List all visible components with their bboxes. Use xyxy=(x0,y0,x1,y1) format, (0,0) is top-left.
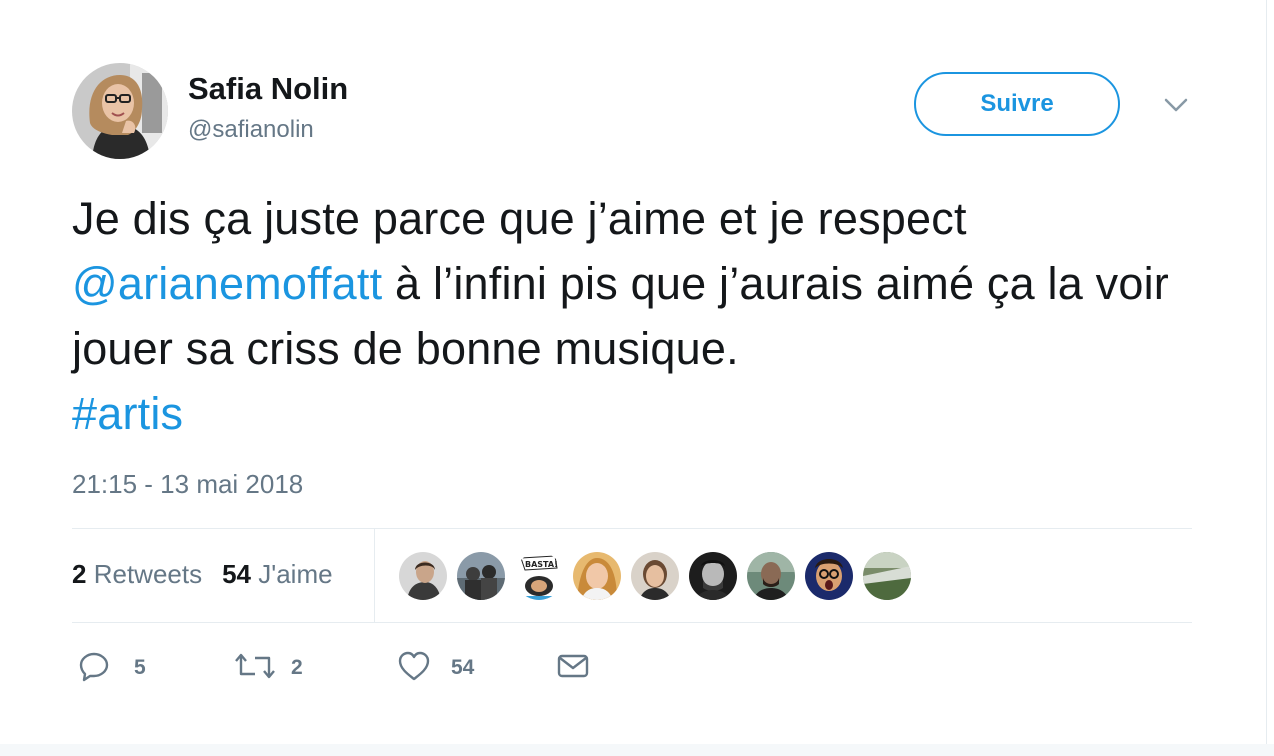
likes-count: 54 xyxy=(222,559,252,589)
liker-avatar-1[interactable] xyxy=(399,552,447,600)
tweet-text: Je dis ça juste parce que j’aime et je r… xyxy=(72,186,1192,446)
liker-avatar-2[interactable] xyxy=(457,552,505,600)
liker-avatar-7[interactable] xyxy=(747,552,795,600)
chevron-down-icon[interactable] xyxy=(1160,94,1192,118)
like-action[interactable]: 54 xyxy=(397,651,474,685)
heart-icon xyxy=(397,650,431,687)
author-handle[interactable]: @safianolin xyxy=(188,116,314,144)
tweet-stats: 2 Retweets 54 J'aime xyxy=(72,559,333,590)
like-count: 54 xyxy=(451,656,475,679)
reply-action[interactable]: 5 xyxy=(78,651,146,685)
svg-text:BASTA!: BASTA! xyxy=(525,560,558,569)
retweet-icon xyxy=(235,650,275,687)
divider xyxy=(72,528,1192,529)
likes-label: J'aime xyxy=(258,559,333,589)
retweets-label: Retweets xyxy=(93,559,203,589)
likes-stat[interactable]: 54 J'aime xyxy=(222,559,332,589)
page-background-strip xyxy=(0,744,1274,756)
liker-avatar-6[interactable] xyxy=(689,552,737,600)
tweet-card: Safia Nolin @safianolin Suivre Je dis ça… xyxy=(0,0,1267,745)
stats-divider xyxy=(374,529,375,622)
follow-button[interactable]: Suivre xyxy=(914,72,1120,136)
likers-list: BASTA! xyxy=(399,552,921,600)
liker-avatar-8[interactable] xyxy=(805,552,853,600)
mention-link[interactable]: @arianemoffatt xyxy=(72,258,382,309)
retweets-stat[interactable]: 2 Retweets xyxy=(72,559,202,589)
divider xyxy=(72,622,1192,623)
tweet-text-part1: Je dis ça juste parce que j’aime et je r… xyxy=(72,193,967,244)
reply-icon xyxy=(78,650,110,687)
author-name[interactable]: Safia Nolin xyxy=(188,71,348,107)
follow-button-label: Suivre xyxy=(980,90,1054,117)
hashtag-link[interactable]: #artis xyxy=(72,388,183,439)
envelope-icon xyxy=(556,650,590,687)
liker-avatar-9[interactable] xyxy=(863,552,911,600)
reply-count: 5 xyxy=(134,656,146,679)
direct-message-action[interactable] xyxy=(556,651,590,685)
liker-avatar-5[interactable] xyxy=(631,552,679,600)
author-avatar[interactable] xyxy=(72,63,168,159)
liker-avatar-3[interactable]: BASTA! xyxy=(515,552,563,600)
retweet-count: 2 xyxy=(291,656,303,679)
tweet-page: Safia Nolin @safianolin Suivre Je dis ça… xyxy=(0,0,1274,756)
tweet-timestamp[interactable]: 21:15 - 13 mai 2018 xyxy=(72,469,303,500)
liker-avatar-4[interactable] xyxy=(573,552,621,600)
retweets-count: 2 xyxy=(72,559,87,589)
retweet-action[interactable]: 2 xyxy=(235,651,303,685)
